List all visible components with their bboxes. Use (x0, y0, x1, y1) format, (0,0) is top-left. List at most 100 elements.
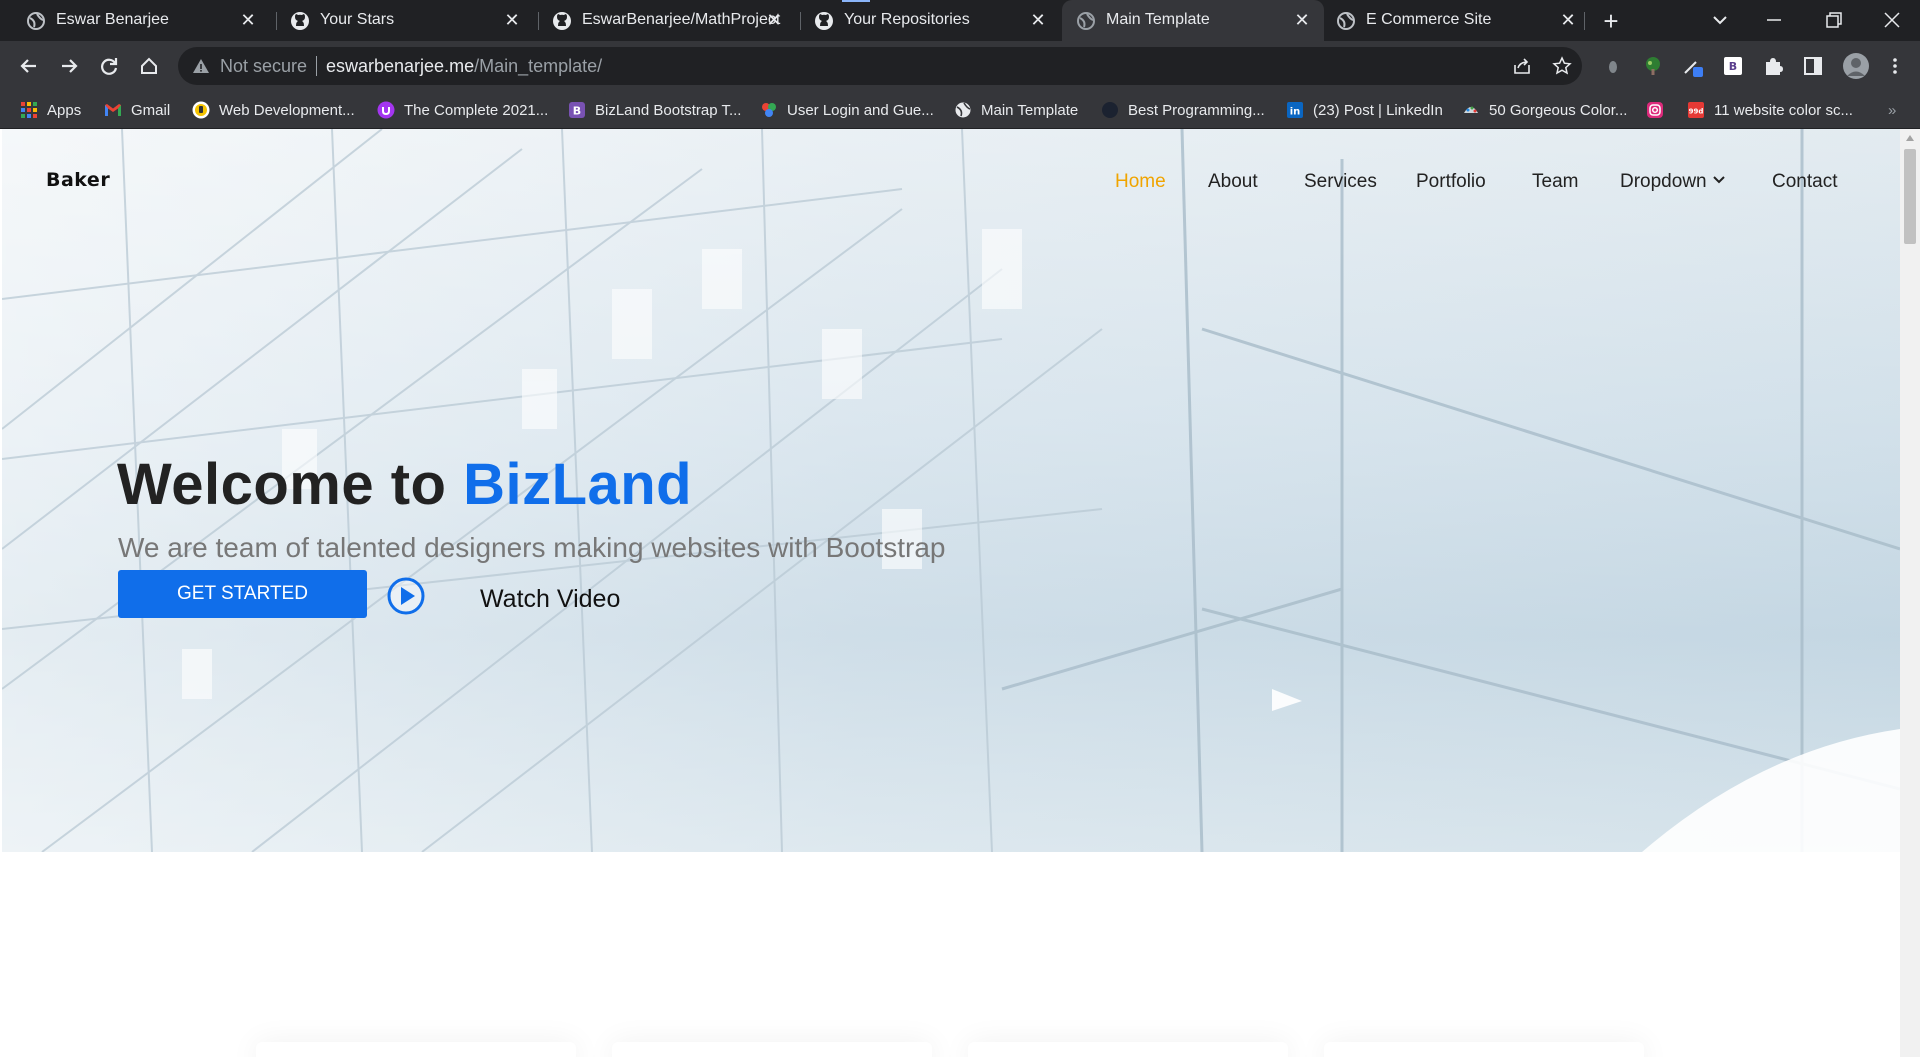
page-scrollbar[interactable] (1900, 129, 1920, 1057)
minimize-icon[interactable] (1762, 8, 1786, 32)
bookmark-apps[interactable]: Apps (20, 91, 81, 129)
url-host: eswarbenarjee.me (326, 56, 475, 76)
tab-title: Your Repositories (844, 11, 970, 28)
tab-your-stars[interactable]: Your Stars ✕ (264, 0, 534, 41)
nav-contact[interactable]: Contact (1772, 171, 1837, 193)
bookmark-bizland[interactable]: B BizLand Bootstrap T... (568, 91, 741, 129)
browser-toolbar: Not secure eswarbenarjee.me/Main_templat… (0, 41, 1920, 91)
tab-main-template[interactable]: Main Template ✕ (1062, 0, 1324, 41)
bookmarks-bar: Apps Gmail Web Development... The Comple… (0, 91, 1920, 129)
bootstrap-extension-icon[interactable]: B (1722, 55, 1744, 77)
play-video-icon[interactable] (386, 576, 426, 616)
close-icon[interactable]: ✕ (1292, 10, 1312, 30)
nav-about[interactable]: About (1208, 171, 1258, 193)
tab-eswar-benarjee[interactable]: Eswar Benarjee ✕ (0, 0, 270, 41)
bookmark-main-template[interactable]: Main Template (954, 91, 1078, 129)
extension-gray-icon[interactable] (1602, 55, 1624, 77)
close-icon[interactable]: ✕ (238, 10, 258, 30)
browser-chrome: Eswar Benarjee ✕ Your Stars ✕ EswarBenar… (0, 0, 1920, 129)
star-bookmark-icon[interactable] (1552, 56, 1572, 76)
bookmark-label: Web Development... (219, 101, 355, 119)
tab-mathproject[interactable]: EswarBenarjee/MathProject ✕ (526, 0, 796, 41)
feature-card (256, 1042, 576, 1057)
bookmark-11-website-color[interactable]: 99d 11 website color sc... (1687, 91, 1853, 129)
forward-icon[interactable] (54, 51, 84, 81)
extensions-puzzle-icon[interactable] (1762, 55, 1784, 77)
url-path: /Main_template/ (474, 56, 603, 76)
svg-text:B: B (573, 105, 581, 118)
close-window-icon[interactable] (1880, 8, 1904, 32)
tab-search-icon[interactable] (1708, 8, 1732, 32)
bookmarks-overflow-button[interactable]: » (1888, 91, 1896, 129)
home-icon[interactable] (134, 51, 164, 81)
colorful-logo-icon (762, 103, 776, 117)
tree-extension-icon[interactable] (1642, 55, 1664, 77)
close-icon[interactable]: ✕ (502, 10, 522, 30)
bookmark-label: The Complete 2021... (404, 101, 549, 119)
bookmark-instagram[interactable] (1646, 91, 1673, 129)
close-icon[interactable]: ✕ (764, 10, 784, 30)
hero-subtitle: We are team of talented designers making… (118, 532, 946, 563)
site-logo[interactable]: Baker (46, 169, 110, 191)
nav-dropdown-label: Dropdown (1620, 171, 1707, 192)
hero-title-prefix: Welcome to (117, 452, 464, 517)
gmail-icon (105, 104, 121, 116)
github-icon (553, 12, 571, 30)
globe-icon (27, 12, 45, 30)
profile-avatar-icon[interactable] (1842, 52, 1870, 80)
svg-text:B: B (1729, 60, 1737, 73)
bookmark-label: User Login and Gue... (787, 101, 934, 119)
back-icon[interactable] (14, 51, 44, 81)
not-secure-label[interactable]: Not secure (220, 56, 307, 77)
bookmark-label: (23) Post | LinkedIn (1313, 101, 1443, 119)
github-icon (815, 12, 833, 30)
tab-strip: Eswar Benarjee ✕ Your Stars ✕ EswarBenar… (0, 0, 1920, 41)
udemy-icon (192, 101, 210, 119)
feature-card (968, 1042, 1288, 1057)
side-panel-icon[interactable] (1802, 55, 1824, 77)
scroll-up-arrow-icon[interactable] (1906, 135, 1914, 141)
dark-circle-icon (1102, 102, 1118, 118)
red-square-icon: 99d (1688, 102, 1704, 118)
github-icon (291, 12, 309, 30)
close-icon[interactable]: ✕ (1558, 10, 1578, 30)
address-bar[interactable]: Not secure eswarbenarjee.me/Main_templat… (178, 47, 1582, 85)
bookmark-linkedin[interactable]: in (23) Post | LinkedIn (1286, 91, 1443, 129)
reload-icon[interactable] (94, 51, 124, 81)
svg-text:in: in (1290, 107, 1301, 118)
tab-title: Main Template (1106, 11, 1210, 28)
bookmark-web-development[interactable]: Web Development... (192, 91, 355, 129)
bookmark-gmail[interactable]: Gmail (104, 91, 170, 129)
bookmark-complete-2021[interactable]: The Complete 2021... (377, 91, 548, 129)
bookmark-label: 50 Gorgeous Color... (1489, 101, 1628, 119)
chevron-down-icon (1712, 176, 1725, 184)
tab-your-repositories[interactable]: Your Repositories ✕ (788, 0, 1060, 41)
scrollbar-thumb[interactable] (1904, 149, 1916, 244)
new-tab-button[interactable]: + (1598, 8, 1624, 35)
tab-title: E Commerce Site (1366, 11, 1492, 28)
bookmark-label: Apps (47, 101, 82, 119)
get-started-button[interactable]: GET STARTED (118, 570, 367, 618)
nav-dropdown[interactable]: Dropdown (1620, 171, 1726, 193)
bookmark-label: BizLand Bootstrap T... (595, 101, 742, 119)
nav-home[interactable]: Home (1115, 171, 1166, 193)
color-picker-icon[interactable] (1682, 55, 1704, 77)
bookmark-50-gorgeous[interactable]: 50 Gorgeous Color... (1462, 91, 1627, 129)
chrome-menu-icon[interactable] (1884, 55, 1906, 77)
tab-title: EswarBenarjee/MathProject (582, 11, 781, 28)
bookmark-user-login[interactable]: User Login and Gue... (760, 91, 934, 129)
feature-card (1324, 1042, 1644, 1057)
nav-portfolio[interactable]: Portfolio (1416, 171, 1486, 193)
restore-icon[interactable] (1822, 8, 1846, 32)
url-text[interactable]: eswarbenarjee.me/Main_template/ (326, 56, 602, 77)
tab-e-commerce-site[interactable]: E Commerce Site ✕ (1322, 0, 1590, 41)
warning-icon[interactable] (192, 57, 210, 75)
bookmark-label: 11 website color sc... (1714, 101, 1853, 119)
watch-video-link[interactable]: Watch Video (480, 585, 620, 614)
bootstrap-icon: B (569, 102, 585, 118)
bookmark-best-programming[interactable]: Best Programming... (1101, 91, 1265, 129)
share-icon[interactable] (1512, 56, 1532, 76)
nav-team[interactable]: Team (1532, 171, 1578, 193)
close-icon[interactable]: ✕ (1028, 10, 1048, 30)
nav-services[interactable]: Services (1304, 171, 1377, 193)
